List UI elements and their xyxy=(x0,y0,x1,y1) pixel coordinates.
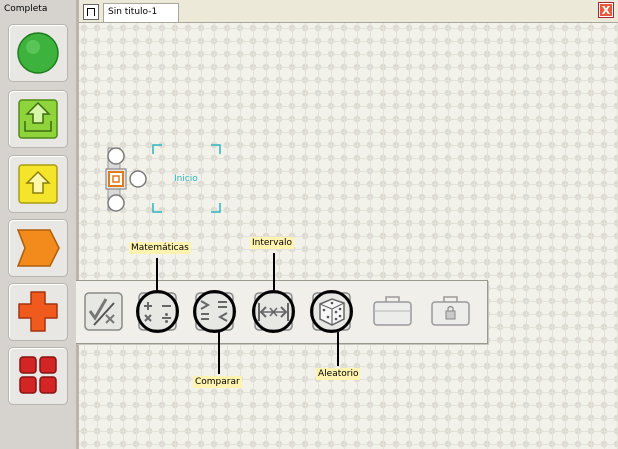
palette-title: Completa xyxy=(4,4,48,14)
document-tab-bar: Sin titulo-1 X xyxy=(79,0,618,23)
compare-block-icon[interactable] xyxy=(191,289,237,333)
start-label: Inicio xyxy=(174,174,198,184)
upload-box-icon xyxy=(18,99,58,139)
green-circle-icon xyxy=(17,32,59,74)
red-grid-icon xyxy=(19,356,57,394)
data-blocks-button[interactable] xyxy=(8,283,68,341)
program-canvas[interactable] xyxy=(79,23,618,449)
common-blocks-button[interactable] xyxy=(8,24,68,82)
locked-toolbox-icon[interactable] xyxy=(427,289,473,333)
callout-leader-line xyxy=(156,258,158,290)
data-palette-flyout xyxy=(76,280,488,344)
toolbox-icon[interactable] xyxy=(369,289,415,333)
callout-matematicas: Matemáticas xyxy=(129,242,191,254)
block-palette-sidebar: Completa xyxy=(0,0,76,449)
callout-leader-line xyxy=(337,332,339,366)
range-block-icon[interactable] xyxy=(250,289,296,333)
advanced-blocks-button[interactable] xyxy=(8,347,68,405)
callout-comparar: Comparar xyxy=(193,376,242,388)
tab-document[interactable]: Sin titulo-1 xyxy=(103,3,179,22)
callout-leader-line xyxy=(218,332,220,374)
action-blocks-button[interactable] xyxy=(8,90,68,148)
orange-cross-icon xyxy=(18,291,58,332)
close-button[interactable]: X xyxy=(598,2,614,18)
math-tools-icon[interactable] xyxy=(80,289,126,333)
orange-flow-icon xyxy=(16,229,60,267)
sensor-blocks-button[interactable] xyxy=(8,155,68,213)
document-icon xyxy=(83,4,99,20)
callout-intervalo: Intervalo xyxy=(250,237,294,249)
yellow-arrow-icon xyxy=(18,164,58,204)
math-block-icon[interactable] xyxy=(134,289,180,333)
flow-blocks-button[interactable] xyxy=(8,219,68,277)
callout-aleatorio: Aleatorio xyxy=(316,368,361,380)
random-dice-icon[interactable] xyxy=(308,289,354,333)
callout-leader-line xyxy=(273,253,275,290)
